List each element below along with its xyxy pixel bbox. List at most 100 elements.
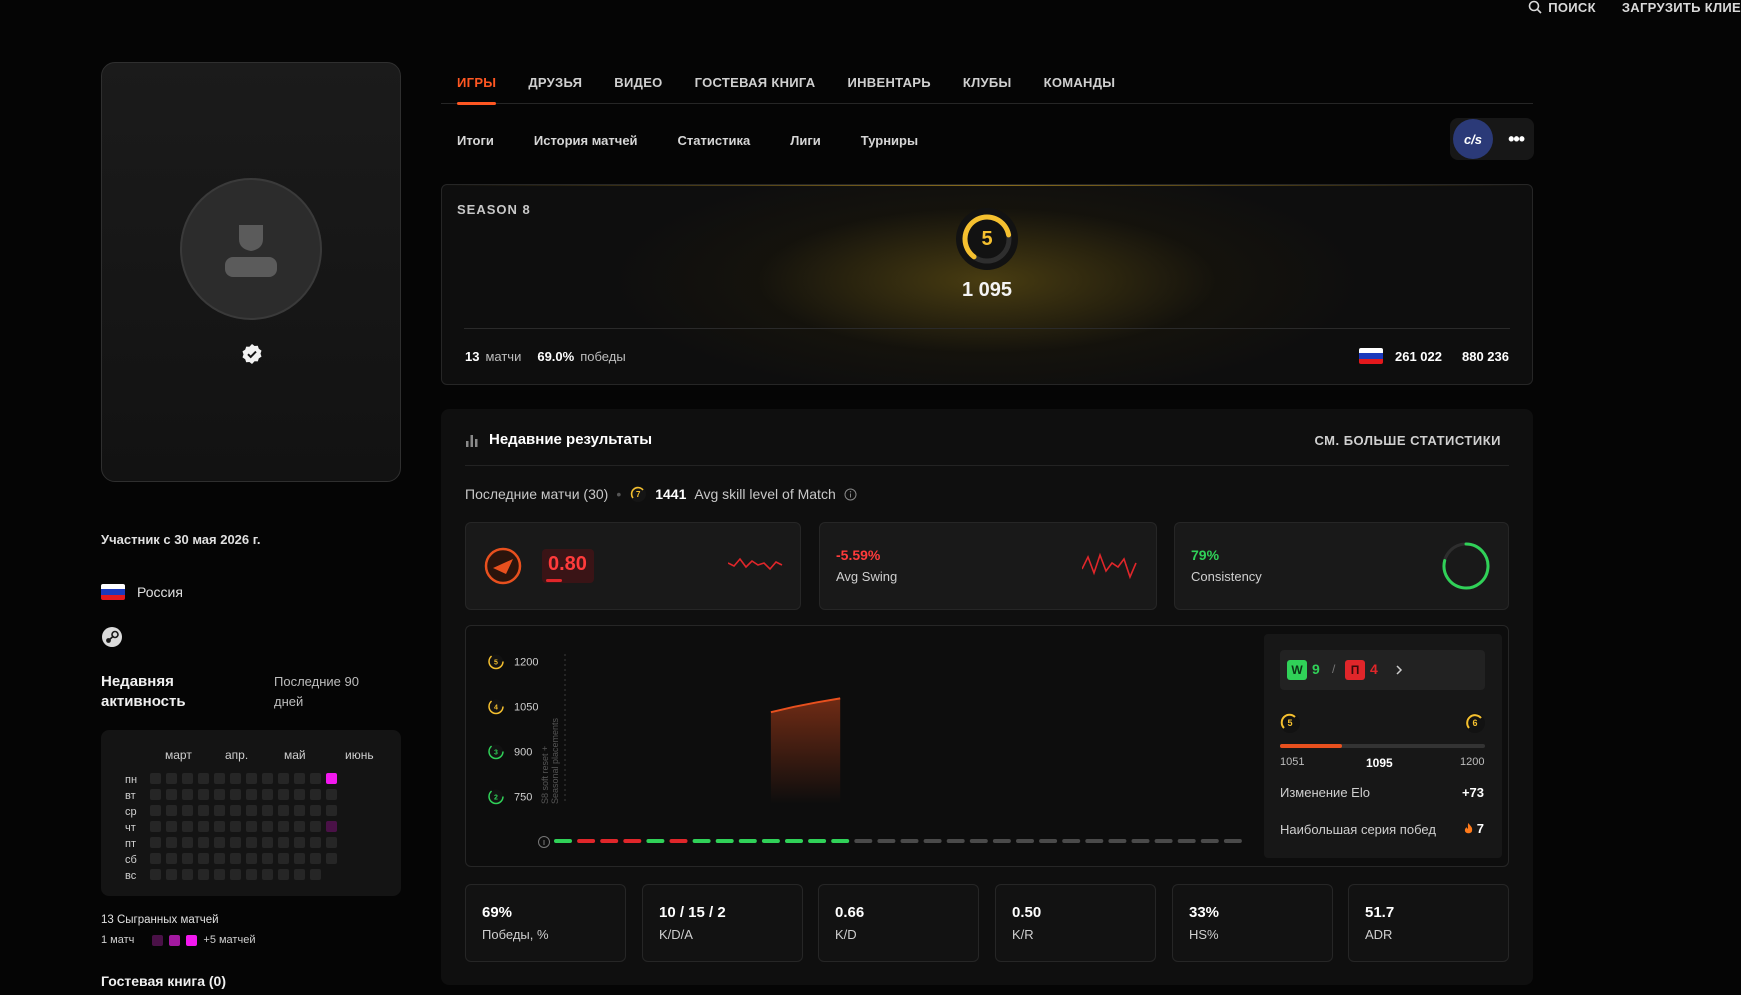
heatmap-cell[interactable]: [310, 837, 321, 848]
heatmap-cell[interactable]: [166, 805, 177, 816]
heatmap-cell[interactable]: [230, 821, 241, 832]
match-result-bar[interactable]: [854, 839, 873, 843]
heatmap-cell[interactable]: [246, 837, 257, 848]
match-result-bar[interactable]: [646, 839, 665, 843]
match-result-bar[interactable]: [692, 839, 711, 843]
heatmap-cell[interactable]: [214, 789, 225, 800]
match-result-bar[interactable]: [715, 839, 734, 843]
match-result-bar[interactable]: [1177, 839, 1196, 843]
heatmap-cell[interactable]: [230, 837, 241, 848]
heatmap-cell[interactable]: [166, 789, 177, 800]
subtab-tournaments[interactable]: Турниры: [861, 133, 918, 148]
heatmap-cell[interactable]: [198, 773, 209, 784]
match-result-bar[interactable]: [992, 839, 1011, 843]
more-options-icon[interactable]: •••: [1508, 129, 1525, 150]
heatmap-cell[interactable]: [198, 853, 209, 864]
world-rank[interactable]: 880 236: [1462, 349, 1509, 364]
heatmap-cell[interactable]: [150, 805, 161, 816]
heatmap-cell[interactable]: [150, 837, 161, 848]
heatmap-cell[interactable]: [310, 773, 321, 784]
match-result-bar[interactable]: [577, 839, 596, 843]
heatmap-cell[interactable]: [326, 805, 337, 816]
heatmap-cell[interactable]: [294, 853, 305, 864]
see-more-stats-link[interactable]: СМ. БОЛЬШЕ СТАТИСТИКИ: [1314, 433, 1501, 448]
heatmap-cell[interactable]: [294, 773, 305, 784]
match-result-bar[interactable]: [1223, 839, 1242, 843]
heatmap-cell[interactable]: [150, 773, 161, 784]
heatmap-cell[interactable]: [214, 853, 225, 864]
heatmap-cell[interactable]: [166, 869, 177, 880]
match-result-bar[interactable]: [923, 839, 942, 843]
heatmap-cell[interactable]: [310, 805, 321, 816]
tab-guestbook[interactable]: ГОСТЕВАЯ КНИГА: [695, 64, 816, 104]
heatmap-cell[interactable]: [230, 805, 241, 816]
heatmap-cell[interactable]: [294, 837, 305, 848]
match-result-bar[interactable]: [1131, 839, 1150, 843]
heatmap-cell[interactable]: [246, 869, 257, 880]
heatmap-cell[interactable]: [278, 821, 289, 832]
heatmap-cell[interactable]: [294, 805, 305, 816]
info-icon[interactable]: [844, 488, 857, 501]
heatmap-cell[interactable]: [214, 805, 225, 816]
heatmap-cell[interactable]: [326, 837, 337, 848]
heatmap-cell[interactable]: [294, 869, 305, 880]
heatmap-cell[interactable]: [278, 869, 289, 880]
heatmap-cell[interactable]: [278, 853, 289, 864]
heatmap-cell[interactable]: [150, 869, 161, 880]
heatmap-cell[interactable]: [166, 837, 177, 848]
heatmap-cell[interactable]: [214, 821, 225, 832]
heatmap-cell[interactable]: [310, 853, 321, 864]
avg-swing-card[interactable]: -5.59% Avg Swing: [819, 522, 1157, 610]
heatmap-cell[interactable]: [326, 821, 337, 832]
tab-friends[interactable]: ДРУЗЬЯ: [528, 64, 582, 104]
heatmap-cell[interactable]: [166, 853, 177, 864]
heatmap-cell[interactable]: [230, 869, 241, 880]
match-result-bar[interactable]: [1200, 839, 1219, 843]
consistency-card[interactable]: 79% Consistency: [1174, 522, 1509, 610]
match-result-bar[interactable]: [1062, 839, 1081, 843]
match-result-bar[interactable]: [1108, 839, 1127, 843]
subtab-leagues[interactable]: Лиги: [790, 133, 821, 148]
heatmap-cell[interactable]: [294, 821, 305, 832]
heatmap-cell[interactable]: [262, 821, 273, 832]
heatmap-cell[interactable]: [182, 773, 193, 784]
heatmap-cell[interactable]: [182, 869, 193, 880]
heatmap-cell[interactable]: [150, 789, 161, 800]
heatmap-cell[interactable]: [166, 821, 177, 832]
match-result-bar[interactable]: [831, 839, 850, 843]
subtab-summary[interactable]: Итоги: [457, 133, 494, 148]
heatmap-cell[interactable]: [262, 869, 273, 880]
match-result-bar[interactable]: [946, 839, 965, 843]
heatmap-cell[interactable]: [278, 789, 289, 800]
game-selector[interactable]: c/s •••: [1450, 118, 1534, 160]
match-result-bar[interactable]: [877, 839, 896, 843]
heatmap-cell[interactable]: [262, 805, 273, 816]
heatmap-cell[interactable]: [230, 789, 241, 800]
heatmap-cell[interactable]: [278, 773, 289, 784]
tab-inventory[interactable]: ИНВЕНТАРЬ: [847, 64, 930, 104]
match-result-bar[interactable]: [808, 839, 827, 843]
match-result-bar[interactable]: [761, 839, 780, 843]
match-result-bar[interactable]: [1085, 839, 1104, 843]
match-result-bar[interactable]: [623, 839, 642, 843]
heatmap-cell[interactable]: [198, 805, 209, 816]
heatmap-cell[interactable]: [326, 773, 337, 784]
match-result-bar[interactable]: [600, 839, 619, 843]
heatmap-cell[interactable]: [182, 821, 193, 832]
match-result-bar[interactable]: [738, 839, 757, 843]
heatmap-cell[interactable]: [182, 805, 193, 816]
subtab-match-history[interactable]: История матчей: [534, 133, 638, 148]
tab-games[interactable]: ИГРЫ: [457, 64, 497, 105]
heatmap-cell[interactable]: [310, 789, 321, 800]
match-result-bar[interactable]: [900, 839, 919, 843]
heatmap-cell[interactable]: [294, 789, 305, 800]
match-result-bar[interactable]: [969, 839, 988, 843]
match-result-bar[interactable]: [1039, 839, 1058, 843]
upload-client-button[interactable]: ЗАГРУЗИТЬ КЛИЕ: [1622, 0, 1741, 15]
heatmap-cell[interactable]: [150, 821, 161, 832]
heatmap-cell[interactable]: [310, 821, 321, 832]
heatmap-cell[interactable]: [182, 789, 193, 800]
heatmap-cell[interactable]: [214, 837, 225, 848]
heatmap-cell[interactable]: [214, 869, 225, 880]
heatmap-cell[interactable]: [150, 853, 161, 864]
